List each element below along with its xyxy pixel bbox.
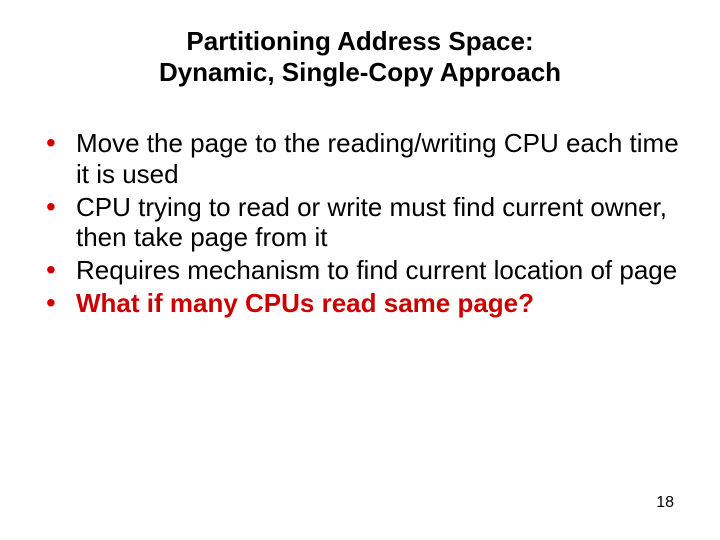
bullet-text: Requires mechanism to find current locat… [76,255,677,285]
list-item: Move the page to the reading/writing CPU… [40,128,680,189]
title-line-2: Dynamic, Single-Copy Approach [159,57,561,87]
list-item: Requires mechanism to find current locat… [40,255,680,286]
bullet-text-emph: What if many CPUs read same page? [76,288,534,318]
bullet-text: CPU trying to read or write must find cu… [76,192,667,253]
title-line-1: Partitioning Address Space: [186,26,533,56]
page-number: 18 [656,494,674,512]
bullet-list: Move the page to the reading/writing CPU… [40,128,680,318]
bullet-text: Move the page to the reading/writing CPU… [76,128,679,189]
list-item: CPU trying to read or write must find cu… [40,192,680,253]
list-item: What if many CPUs read same page? [40,288,680,319]
slide: Partitioning Address Space: Dynamic, Sin… [0,0,720,540]
slide-title: Partitioning Address Space: Dynamic, Sin… [40,26,680,88]
